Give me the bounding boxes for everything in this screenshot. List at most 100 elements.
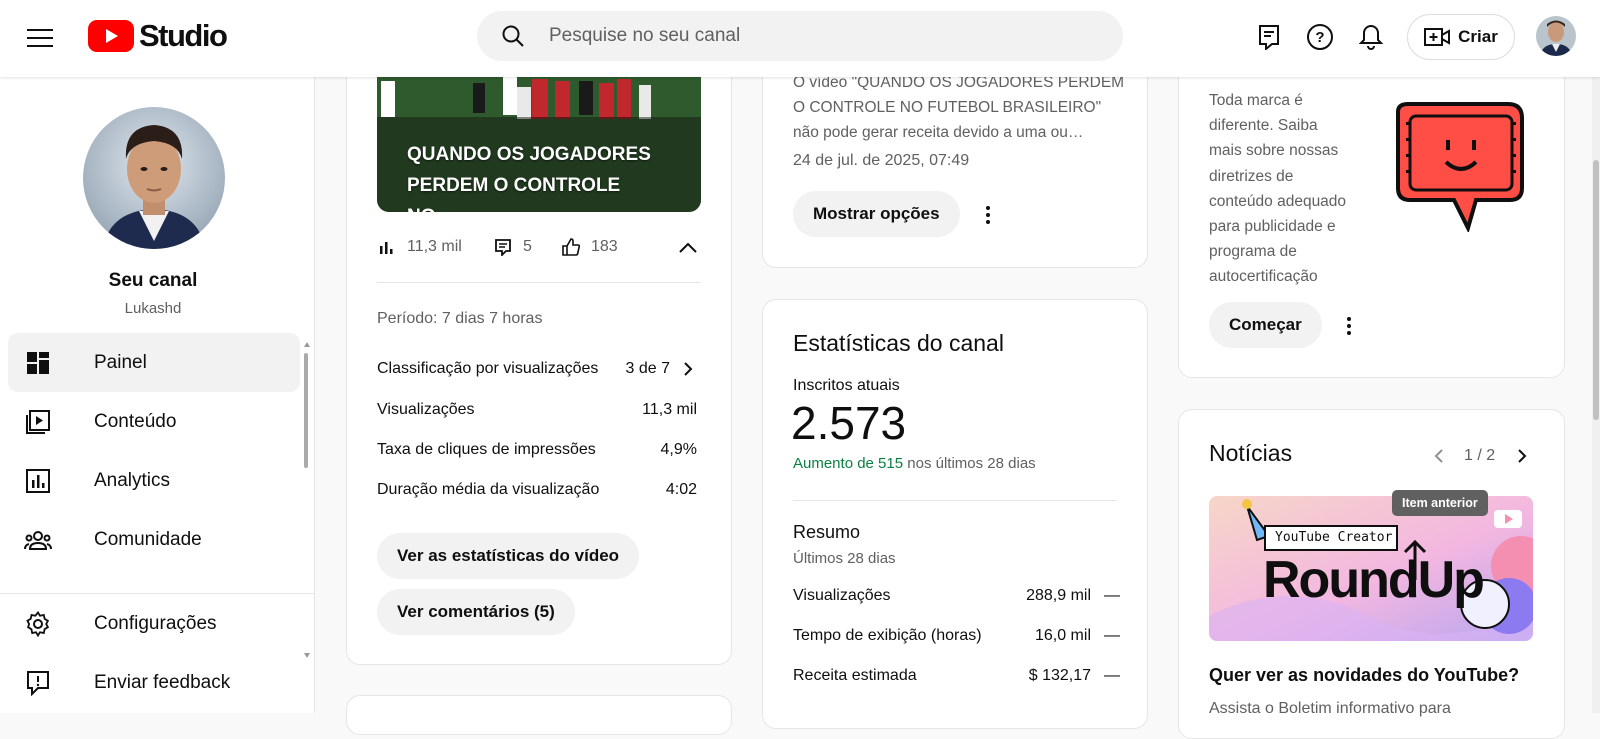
nav-item-configuracoes[interactable]: Configurações <box>8 594 300 653</box>
bar-chart-icon <box>377 237 397 257</box>
svg-text:?: ? <box>1315 29 1324 46</box>
nav-label: Conteúdo <box>94 410 177 432</box>
news-title: Notícias <box>1209 440 1293 466</box>
show-options-button[interactable]: Mostrar opções <box>793 191 960 237</box>
monetization-line: não pode gerar receita devido a uma ou… <box>793 124 1084 141</box>
top-bar: Studio ? Criar <box>0 0 1600 77</box>
summary-views-label: Visualizações <box>793 587 891 604</box>
nav-label: Comunidade <box>94 528 202 550</box>
banner-tag: YouTube Creator <box>1275 530 1393 545</box>
subscribers-label: Inscritos atuais <box>793 377 900 394</box>
summary-revenue-trend: — <box>1104 667 1120 684</box>
divider <box>793 500 1117 501</box>
search-input[interactable] <box>549 25 1089 47</box>
video-comments-button[interactable]: Ver comentários (5) <box>377 589 575 635</box>
thumbs-up-icon <box>561 237 581 257</box>
search-icon[interactable] <box>499 22 527 50</box>
video-comments-value: 5 <box>523 238 532 255</box>
views-value: 11,3 mil <box>642 401 697 418</box>
tooltip-previous-item: Item anterior <box>1392 490 1488 516</box>
video-views-value: 11,3 mil <box>407 238 462 255</box>
nav-item-enviar-feedback[interactable]: Enviar feedback <box>8 653 300 712</box>
create-button[interactable]: Criar <box>1407 14 1515 60</box>
video-views-stat: 11,3 mil <box>377 237 462 257</box>
summary-watchtime-label: Tempo de exibição (horas) <box>793 627 982 644</box>
analytics-icon <box>24 467 52 495</box>
account-avatar[interactable] <box>1536 16 1576 56</box>
ad-line: programa de <box>1209 243 1297 261</box>
video-stats-button[interactable]: Ver as estatísticas do vídeo <box>377 533 640 579</box>
ranking-label: Classificação por visualizações <box>377 360 599 377</box>
nav-label: Enviar feedback <box>94 671 231 693</box>
video-thumbnail-title: QUANDO OS JOGADORES PERDEM O CONTROLE NO… <box>407 144 651 212</box>
next-card-peek <box>346 695 732 735</box>
comments-feedback-icon[interactable] <box>1252 20 1286 54</box>
youtube-studio-logo[interactable]: Studio <box>88 18 228 54</box>
dashboard-icon <box>24 349 52 377</box>
ad-line: diferente. Saiba <box>1209 117 1318 135</box>
page-scrollbar-thumb[interactable] <box>1593 160 1599 420</box>
search-bar <box>477 11 1123 61</box>
ranking-value[interactable]: 3 de 7 <box>626 360 670 378</box>
channel-stats-card <box>762 299 1148 729</box>
growth-period: nos últimos 28 dias <box>907 455 1036 472</box>
ad-line: para publicidade e <box>1209 218 1336 236</box>
logo-text: Studio <box>139 18 228 53</box>
channel-avatar[interactable] <box>83 107 225 249</box>
chevron-right-icon[interactable] <box>1510 444 1534 468</box>
community-icon <box>24 526 52 554</box>
ad-line: autocertificação <box>1209 268 1318 286</box>
summary-title: Resumo <box>793 522 861 542</box>
ad-line: mais sobre nossas <box>1209 142 1339 160</box>
video-likes-stat: 183 <box>561 237 618 257</box>
nav-item-painel[interactable]: Painel <box>8 333 300 392</box>
youtube-logo-icon <box>88 20 134 52</box>
channel-handle: Lukashd <box>124 300 182 317</box>
avg-duration-label: Duração média da visualização <box>377 481 600 498</box>
gear-icon <box>24 610 52 638</box>
chevron-right-icon[interactable] <box>676 357 700 381</box>
avg-duration-value: 4:02 <box>665 481 697 498</box>
summary-revenue-label: Receita estimada <box>793 667 917 684</box>
collapse-chevron-up-icon[interactable] <box>676 236 700 260</box>
ctr-value: 4,9% <box>660 441 697 458</box>
ctr-label: Taxa de cliques de impressões <box>377 441 596 458</box>
channel-title: Seu canal <box>108 270 198 291</box>
more-vert-icon[interactable] <box>976 203 1000 227</box>
summary-period: Últimos 28 dias <box>793 550 896 567</box>
more-vert-icon[interactable] <box>1337 314 1361 338</box>
video-comments-stat: 5 <box>493 237 532 257</box>
summary-watchtime-value: 16,0 mil <box>1034 627 1091 644</box>
video-period: Período: 7 dias 7 horas <box>377 310 543 327</box>
nav-item-analytics[interactable]: Analytics <box>8 451 300 510</box>
nav-item-conteudo[interactable]: Conteúdo <box>8 392 300 451</box>
hamburger-menu-icon[interactable] <box>24 22 56 54</box>
news-headline[interactable]: Quer ver as novidades do YouTube? <box>1209 665 1519 686</box>
ad-line: Toda marca é <box>1209 92 1303 109</box>
chevron-left-icon[interactable] <box>1427 444 1451 468</box>
banner-title: RoundUp <box>1263 551 1485 609</box>
content-icon <box>24 408 52 436</box>
news-banner[interactable]: YouTube Creator RoundUp <box>1209 496 1533 641</box>
comment-icon <box>493 237 513 257</box>
monetization-line: O CONTROLE NO FUTEBOL BRASILEIRO" <box>793 99 1102 116</box>
create-label: Criar <box>1458 27 1498 46</box>
notifications-bell-icon[interactable] <box>1354 20 1388 54</box>
nav-item-comunidade[interactable]: Comunidade <box>8 510 300 569</box>
video-likes-value: 183 <box>591 238 618 255</box>
help-icon[interactable]: ? <box>1303 20 1337 54</box>
feedback-icon <box>24 669 52 697</box>
growth-highlight[interactable]: Aumento de 515 <box>793 455 903 472</box>
nav-label: Configurações <box>94 612 217 634</box>
nav-label: Painel <box>94 351 147 373</box>
ad-friendly-text: Toda marca é diferente. Saiba mais sobre… <box>1209 88 1346 290</box>
summary-views-value: 288,9 mil <box>1026 587 1091 604</box>
subscribers-growth: Aumento de 515 nos últimos 28 dias <box>793 455 1036 472</box>
sidebar-scrollbar-thumb[interactable] <box>304 353 308 468</box>
news-body: Assista o Boletim informativo para <box>1209 700 1451 717</box>
start-button[interactable]: Começar <box>1209 302 1322 348</box>
left-sidebar: Seu canal Lukashd Painel Conteúdo Analyt… <box>0 77 315 713</box>
video-thumbnail[interactable]: QUANDO OS JOGADORES PERDEM O CONTROLE NO… <box>377 77 701 212</box>
monetization-date: 24 de jul. de 2025, 07:49 <box>793 152 970 169</box>
monetization-message: O vídeo "QUANDO OS JOGADORES PERDEM O CO… <box>793 70 1133 145</box>
